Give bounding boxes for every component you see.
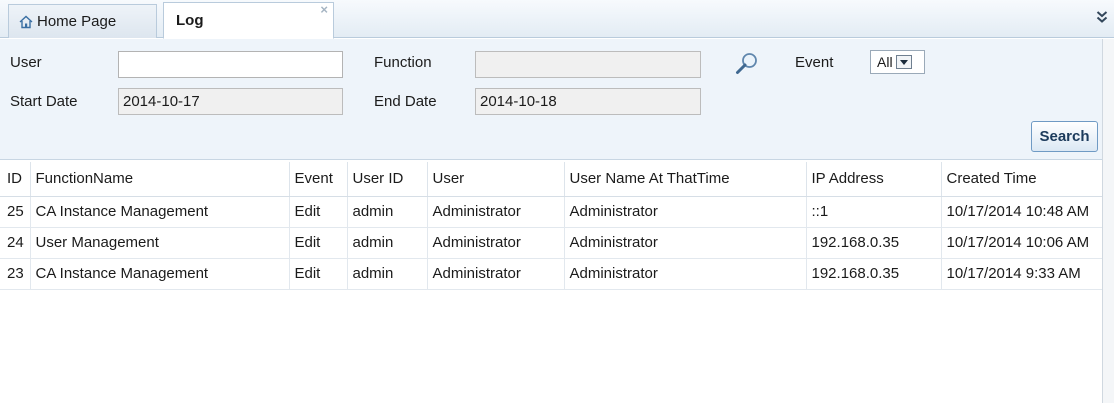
column-header-event[interactable]: Event xyxy=(289,162,348,197)
column-header-created-time[interactable]: Created Time xyxy=(941,162,1103,197)
column-header-user-name-at-that-time[interactable]: User Name At ThatTime xyxy=(564,162,807,197)
table-row[interactable]: 24 User Management Edit admin Administra… xyxy=(0,227,1103,259)
column-header-function-name[interactable]: FunctionName xyxy=(30,162,290,197)
tab-bar: Home Page Log × xyxy=(0,0,1114,39)
cell-ip-address: ::1 xyxy=(806,196,942,228)
cell-created-time: 10/17/2014 10:48 AM xyxy=(941,196,1103,228)
home-icon xyxy=(19,15,33,28)
table-header-row: ID FunctionName Event User ID User User … xyxy=(0,162,1103,197)
chevron-double-down-icon[interactable] xyxy=(1096,10,1108,27)
column-header-user-id[interactable]: User ID xyxy=(347,162,428,197)
user-input[interactable] xyxy=(118,51,343,78)
cell-user-id: admin xyxy=(347,258,428,290)
tab-home-page[interactable]: Home Page xyxy=(8,4,157,38)
cell-user-name-at-that-time: Administrator xyxy=(564,227,807,259)
function-input[interactable] xyxy=(475,51,701,78)
cell-created-time: 10/17/2014 10:06 AM xyxy=(941,227,1103,259)
start-date-label: Start Date xyxy=(10,93,78,110)
cell-function-name: User Management xyxy=(30,227,290,259)
cell-function-name: CA Instance Management xyxy=(30,258,290,290)
cell-created-time: 10/17/2014 9:33 AM xyxy=(941,258,1103,290)
column-header-ip-address[interactable]: IP Address xyxy=(806,162,942,197)
cell-ip-address: 192.168.0.35 xyxy=(806,227,942,259)
tab-home-label: Home Page xyxy=(37,13,117,30)
cell-event: Edit xyxy=(289,258,348,290)
table-row[interactable]: 23 CA Instance Management Edit admin Adm… xyxy=(0,258,1103,290)
column-header-user[interactable]: User xyxy=(427,162,565,197)
close-icon[interactable]: × xyxy=(320,3,328,16)
vertical-scrollbar[interactable] xyxy=(1102,39,1114,403)
cell-user: Administrator xyxy=(427,196,565,228)
tab-log[interactable]: Log × xyxy=(163,2,334,39)
event-label: Event xyxy=(795,54,834,71)
cell-user: Administrator xyxy=(427,227,565,259)
event-selected-value: All xyxy=(877,54,893,70)
log-table: ID FunctionName Event User ID User User … xyxy=(0,162,1103,290)
event-select[interactable]: All xyxy=(870,50,925,74)
user-label: User xyxy=(10,54,42,71)
cell-function-name: CA Instance Management xyxy=(30,196,290,228)
cell-id: 23 xyxy=(0,258,31,290)
end-date-input[interactable] xyxy=(475,88,701,115)
cell-id: 25 xyxy=(0,196,31,228)
chevron-double-down-glyph xyxy=(1096,11,1108,23)
cell-user: Administrator xyxy=(427,258,565,290)
cell-id: 24 xyxy=(0,227,31,259)
search-icon[interactable] xyxy=(734,51,760,77)
chevron-down-icon xyxy=(895,55,912,69)
tab-log-label: Log xyxy=(176,12,204,29)
filter-panel: User Function Event All Start Date End D… xyxy=(0,39,1102,160)
cell-ip-address: 192.168.0.35 xyxy=(806,258,942,290)
cell-user-id: admin xyxy=(347,196,428,228)
cell-event: Edit xyxy=(289,227,348,259)
cell-event: Edit xyxy=(289,196,348,228)
cell-user-id: admin xyxy=(347,227,428,259)
cell-user-name-at-that-time: Administrator xyxy=(564,196,807,228)
column-header-id[interactable]: ID xyxy=(0,162,31,197)
end-date-label: End Date xyxy=(374,93,437,110)
table-row[interactable]: 25 CA Instance Management Edit admin Adm… xyxy=(0,196,1103,228)
function-label: Function xyxy=(374,54,432,71)
start-date-input[interactable] xyxy=(118,88,343,115)
cell-user-name-at-that-time: Administrator xyxy=(564,258,807,290)
search-button[interactable]: Search xyxy=(1031,121,1098,152)
